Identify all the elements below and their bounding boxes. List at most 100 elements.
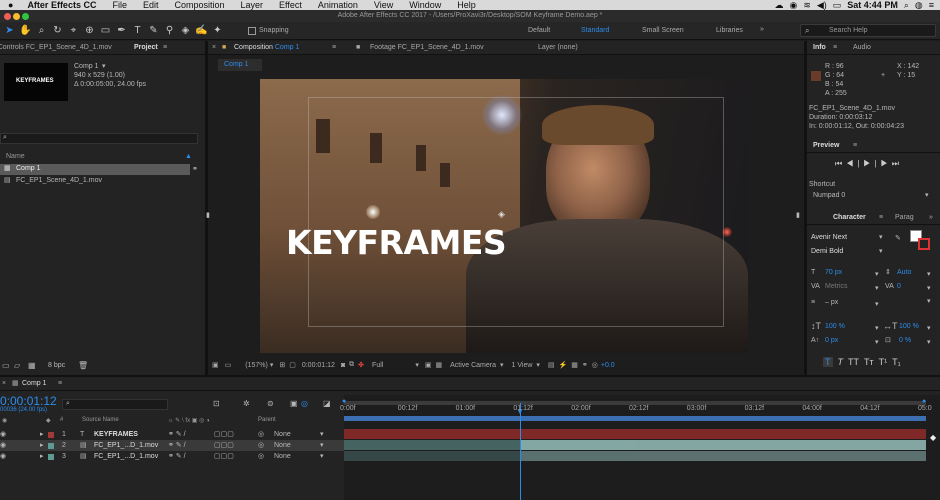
apple-icon[interactable]: ● — [0, 0, 19, 10]
layer-name[interactable]: FC_EP1_...D_1.mov — [94, 451, 158, 462]
workspace-default[interactable]: Default — [528, 27, 550, 34]
workspace-standard[interactable]: Standard — [581, 27, 609, 34]
new-folder-icon[interactable]: ▱ — [14, 361, 20, 370]
menu-window[interactable]: Window — [401, 0, 449, 10]
preview-menu-icon[interactable]: ≡ — [853, 139, 857, 153]
video-toggle-icon[interactable]: ◉ — [0, 440, 6, 451]
shape-tool-icon[interactable]: ▭ — [99, 24, 112, 37]
kerning-value[interactable]: Metrics — [825, 281, 848, 292]
viewer-timecode[interactable]: 0:00:01:12 — [302, 362, 335, 369]
parent-dropdown[interactable]: None — [274, 440, 291, 451]
cloud-icon[interactable]: ☁ — [774, 0, 783, 11]
comp-breadcrumb[interactable]: Comp 1 — [218, 59, 262, 71]
volume-icon[interactable]: ◀) — [817, 0, 827, 11]
workspace-libraries[interactable]: Libraries — [716, 27, 743, 34]
camera-tool-icon[interactable]: ⌖ — [67, 24, 80, 37]
parent-dropdown[interactable]: None — [274, 451, 291, 462]
zoom-tool-icon[interactable]: ⌕ — [35, 24, 48, 37]
source-name-header[interactable]: Source Name — [82, 417, 119, 423]
camera-dropdown[interactable]: Active Camera — [450, 362, 496, 369]
info-menu-icon[interactable]: ≡ — [833, 41, 837, 55]
display-icon[interactable]: ▭ — [225, 361, 232, 369]
eraser-tool-icon[interactable]: ◈ — [179, 24, 192, 37]
font-size-value[interactable]: 70 px — [825, 267, 842, 278]
menu-layer[interactable]: Layer — [233, 0, 272, 10]
ruler-tick-label[interactable]: 02:12f — [629, 405, 648, 412]
selection-tool-icon[interactable]: ➤ — [3, 24, 16, 37]
motion-blur-icon[interactable]: ◎ — [301, 399, 308, 408]
views-dropdown[interactable]: 1 View — [512, 362, 533, 369]
channel-icon[interactable]: ✤ — [358, 361, 364, 369]
resolution-dropdown[interactable]: Full — [372, 362, 383, 369]
roto-tool-icon[interactable]: ✍ — [195, 24, 208, 37]
battery-icon[interactable]: ▭ — [833, 0, 842, 11]
keyframe-diamond-icon[interactable]: ◆ — [930, 433, 936, 442]
snapping-checkbox[interactable] — [248, 26, 256, 35]
eye-icon[interactable]: ◉ — [789, 0, 797, 11]
ruler-tick-label[interactable]: 03:12f — [745, 405, 764, 412]
timeline-link-icon[interactable]: ▦ — [571, 361, 578, 369]
layer-switches-icon[interactable]: ⚭ ✎ / — [168, 451, 186, 462]
exposure-icon[interactable]: ◎ — [592, 361, 598, 369]
navigator-end-handle[interactable]: ● — [922, 398, 926, 405]
ruler-tick-label[interactable]: 0:00f — [340, 405, 356, 412]
layer-boxes-icon[interactable]: ▢▢▢ — [214, 429, 234, 440]
draft-3d-icon[interactable]: ✲ — [243, 399, 250, 408]
pickwhip-icon[interactable]: ◎ — [258, 440, 264, 451]
flowchart-view-icon[interactable]: ⚭ — [582, 361, 588, 369]
project-item-comp[interactable]: ▦ Comp 1 — [0, 164, 190, 175]
small-caps-button[interactable]: Tт — [864, 357, 874, 367]
expand-arrow-icon[interactable]: ▸ — [40, 429, 44, 440]
expand-arrow-icon[interactable]: ▸ — [40, 451, 44, 462]
timeline-search-input[interactable]: ⌕ — [62, 399, 168, 410]
timeline-tab[interactable]: Comp 1 — [22, 377, 47, 391]
stroke-color-swatch[interactable] — [918, 238, 930, 250]
ruler-tick-label[interactable]: 03:00f — [687, 405, 706, 412]
ruler-tick-label[interactable]: 00:12f — [398, 405, 417, 412]
show-snapshot-icon[interactable]: ⧉ — [349, 361, 354, 369]
snapshot-icon[interactable]: ◙ — [341, 362, 345, 369]
prev-frame-icon[interactable]: ◀| — [846, 159, 863, 168]
effect-controls-tab[interactable]: Effect Controls FC_EP1_Scene_4D_1.mov — [0, 41, 118, 55]
workspace-more-icon[interactable]: » — [760, 26, 764, 33]
clock-text[interactable]: Sat 4:44 PM — [847, 0, 898, 10]
faux-bold-button[interactable]: T — [823, 357, 833, 367]
wifi-icon[interactable]: ≋ — [803, 0, 811, 11]
minimize-button[interactable] — [13, 13, 21, 20]
flowchart-icon[interactable]: ⚭ — [192, 164, 198, 175]
layer-tab[interactable]: Layer (none) — [538, 41, 578, 55]
workspace-small-screen[interactable]: Small Screen — [642, 27, 684, 34]
comp-canvas[interactable]: KEYFRAMES ◈ — [260, 79, 748, 353]
menu-composition[interactable]: Composition — [166, 0, 232, 10]
bpc-label[interactable]: 8 bpc — [48, 362, 65, 369]
font-style-dropdown[interactable]: Demi Bold ▾ — [809, 247, 887, 258]
sort-up-icon[interactable]: ▲ — [185, 151, 192, 162]
baseline-value[interactable]: 0 px — [825, 335, 838, 346]
horizontal-scale-value[interactable]: 100 % — [899, 321, 919, 332]
menu-help[interactable]: Help — [449, 0, 484, 10]
siri-icon[interactable]: ◍ — [915, 0, 923, 11]
parent-dropdown[interactable]: None — [274, 429, 291, 440]
transparency-grid-icon[interactable]: ▦ — [435, 361, 442, 369]
stroke-type-dropdown[interactable]: ▾ — [881, 297, 937, 308]
video-toggle-icon[interactable]: ◉ — [0, 451, 6, 462]
all-caps-button[interactable]: TT — [848, 357, 859, 367]
last-frame-icon[interactable]: ⏭ — [892, 159, 903, 168]
layer-name[interactable]: KEYFRAMES — [94, 429, 138, 440]
ruler-tick-label[interactable]: 04:00f — [802, 405, 821, 412]
zoom-button[interactable] — [22, 13, 30, 20]
superscript-button[interactable]: T¹ — [879, 357, 888, 367]
frame-blend-icon[interactable]: ▣ — [290, 399, 298, 408]
preview-tab[interactable]: Preview — [813, 139, 839, 153]
ruler-tick-label[interactable]: 04:12f — [860, 405, 879, 412]
close-button[interactable] — [4, 13, 11, 20]
list-icon[interactable]: ≡ — [929, 0, 934, 10]
layer-color-label[interactable] — [48, 432, 54, 438]
subscript-button[interactable]: T₁ — [892, 357, 901, 367]
layer-boxes-icon[interactable]: ▢▢▢ — [214, 451, 234, 462]
layer-switches-icon[interactable]: ⚭ ✎ / — [168, 429, 186, 440]
ruler-tick-label[interactable]: 02:00f — [571, 405, 590, 412]
interpret-footage-icon[interactable]: ▭ — [2, 361, 10, 370]
layer-boxes-icon[interactable]: ▢▢▢ — [214, 440, 234, 451]
always-preview-icon[interactable]: ▣ — [212, 361, 219, 369]
